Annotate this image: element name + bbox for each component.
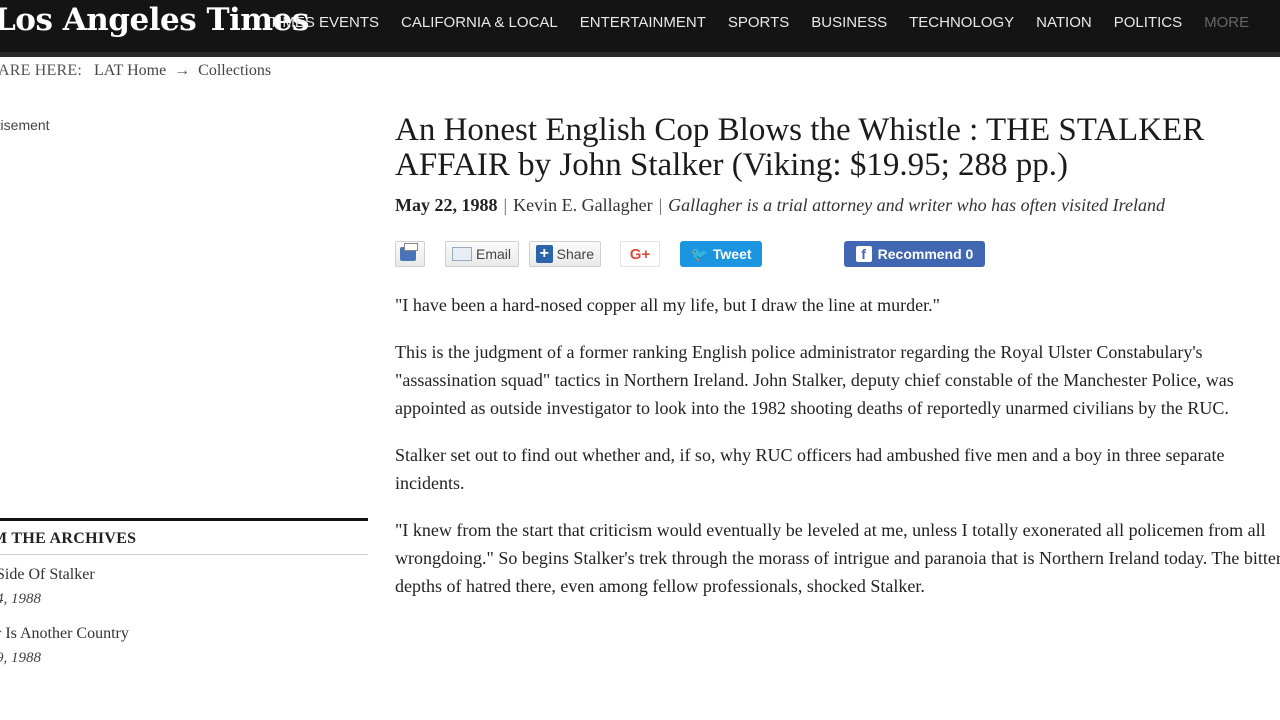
breadcrumb-home-link[interactable]: LAT Home bbox=[94, 62, 166, 79]
advertisement-label: rtisement bbox=[0, 117, 50, 133]
printer-icon bbox=[400, 243, 418, 261]
share-toolbar: Email + Share G+ 🐦 Tweet f Recommend 0 bbox=[395, 241, 1280, 271]
archives-panel: M THE ARCHIVES Side Of Stalker 4, 1988 r… bbox=[0, 518, 368, 667]
byline-separator: | bbox=[503, 195, 508, 215]
article-author: Kevin E. Gallagher bbox=[513, 195, 653, 215]
article-paragraph: This is the judgment of a former ranking… bbox=[395, 342, 1234, 418]
archive-link[interactable]: r Is Another Country bbox=[0, 625, 368, 643]
tweet-button[interactable]: 🐦 Tweet bbox=[680, 241, 762, 267]
google-plus-button[interactable]: G+ bbox=[620, 241, 660, 267]
nav-entertainment[interactable]: ENTERTAINMENT bbox=[580, 14, 706, 31]
print-button[interactable] bbox=[395, 241, 425, 267]
facebook-icon: f bbox=[855, 246, 872, 262]
twitter-bird-icon: 🐦 bbox=[690, 245, 708, 262]
article-headline: An Honest English Cop Blows the Whistle … bbox=[395, 113, 1280, 183]
nav-sports[interactable]: SPORTS bbox=[728, 14, 789, 31]
main-nav: TIMES EVENTS CALIFORNIA & LOCAL ENTERTAI… bbox=[269, 14, 1271, 31]
breadcrumb: ARE HERE: LAT Home → Collections bbox=[0, 62, 271, 80]
headline-line-2: AFFAIR by John Stalker (Viking: $19.95; … bbox=[395, 147, 1068, 183]
nav-times-events[interactable]: TIMES EVENTS bbox=[269, 14, 379, 31]
byline-separator: | bbox=[658, 195, 663, 215]
share-button[interactable]: + Share bbox=[529, 241, 601, 267]
archives-title: M THE ARCHIVES bbox=[0, 521, 368, 555]
article-date: May 22, 1988 bbox=[395, 195, 498, 215]
top-nav-bar: Los Angeles Times TIMES EVENTS CALIFORNI… bbox=[0, 0, 1280, 57]
breadcrumb-label: ARE HERE: bbox=[0, 62, 83, 79]
facebook-recommend-button[interactable]: f Recommend 0 bbox=[844, 241, 985, 267]
tweet-label: Tweet bbox=[712, 246, 752, 262]
email-button[interactable]: Email bbox=[445, 241, 519, 267]
archive-date: 9, 1988 bbox=[0, 650, 41, 666]
headline-line-1: An Honest English Cop Blows the Whistle … bbox=[395, 112, 1205, 148]
nav-politics[interactable]: POLITICS bbox=[1114, 14, 1182, 31]
google-plus-icon: G+ bbox=[629, 245, 651, 263]
nav-business[interactable]: BUSINESS bbox=[811, 14, 887, 31]
email-label: Email bbox=[476, 246, 512, 262]
site-logo[interactable]: Los Angeles Times bbox=[0, 2, 309, 38]
article-paragraph: "I have been a hard-nosed copper all my … bbox=[395, 295, 940, 315]
breadcrumb-arrow: → bbox=[174, 62, 191, 79]
article: An Honest English Cop Blows the Whistle … bbox=[395, 110, 1280, 619]
article-paragraph: "I knew from the start that criticism wo… bbox=[395, 520, 1280, 596]
nav-nation[interactable]: NATION bbox=[1036, 14, 1092, 31]
archive-link[interactable]: Side Of Stalker bbox=[0, 566, 368, 584]
byline: May 22, 1988 | Kevin E. Gallagher | Gallaghe… bbox=[395, 191, 1255, 219]
recommend-label: Recommend 0 bbox=[877, 246, 974, 262]
plus-icon: + bbox=[536, 245, 553, 263]
envelope-icon bbox=[452, 247, 472, 261]
author-description: Gallagher is a trial attorney and writer… bbox=[668, 195, 1165, 215]
breadcrumb-collections-link[interactable]: Collections bbox=[198, 62, 271, 79]
nav-california-local[interactable]: CALIFORNIA & LOCAL bbox=[401, 14, 558, 31]
nav-more[interactable]: MORE bbox=[1204, 14, 1249, 31]
article-body: "I have been a hard-nosed copper all my … bbox=[395, 291, 1280, 600]
archive-date: 4, 1988 bbox=[0, 591, 41, 607]
article-paragraph: Stalker set out to find out whether and,… bbox=[395, 445, 1225, 493]
share-label: Share bbox=[556, 246, 594, 262]
nav-technology[interactable]: TECHNOLOGY bbox=[909, 14, 1014, 31]
